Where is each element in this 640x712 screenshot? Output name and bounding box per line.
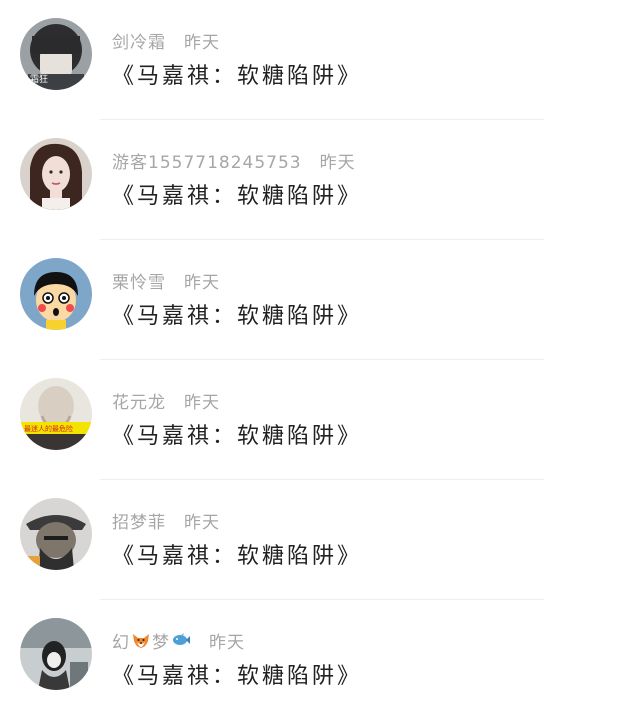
comment-text: 《马嘉祺：软糖陷阱》 xyxy=(112,304,363,329)
comment-text: 《马嘉祺：软糖陷阱》 xyxy=(112,664,363,689)
user-avatar[interactable] xyxy=(20,498,92,570)
comment-item[interactable]: 游客1557718245753 昨天 《马嘉祺：软糖陷阱》 xyxy=(0,120,640,240)
comment-text: 《马嘉祺：软糖陷阱》 xyxy=(112,544,363,569)
comment-meta: 幻 梦 昨天 xyxy=(112,628,245,653)
comment-list: 霜狂 剑冷霜 昨天 《马嘉祺：软糖陷阱》 游客1557718245753 昨天 … xyxy=(0,0,640,712)
comment-item[interactable]: 最迷人的最危险 花元龙 昨天 《马嘉祺：软糖陷阱》 xyxy=(0,360,640,480)
comment-meta: 剑冷霜 昨天 xyxy=(112,28,220,53)
fish-emoji-icon xyxy=(173,633,190,645)
user-avatar[interactable] xyxy=(20,138,92,210)
avatar-label: 最迷人的最危险 xyxy=(24,424,73,433)
timestamp: 昨天 xyxy=(209,632,245,653)
comment-item[interactable]: 霜狂 剑冷霜 昨天 《马嘉祺：软糖陷阱》 xyxy=(0,0,640,120)
username[interactable]: 招梦菲 xyxy=(112,508,166,533)
timestamp: 昨天 xyxy=(184,272,220,293)
fox-emoji-icon xyxy=(133,634,149,648)
comment-meta: 游客1557718245753 昨天 xyxy=(112,148,356,173)
user-avatar[interactable]: 最迷人的最危险 xyxy=(20,378,92,450)
username-part: 梦 xyxy=(152,632,170,653)
username[interactable]: 剑冷霜 xyxy=(112,28,166,53)
user-avatar[interactable]: 霜狂 xyxy=(20,18,92,90)
comment-meta: 栗怜雪 昨天 xyxy=(112,268,220,293)
comment-item[interactable]: 栗怜雪 昨天 《马嘉祺：软糖陷阱》 xyxy=(0,240,640,360)
comment-meta: 招梦菲 昨天 xyxy=(112,508,220,533)
username[interactable]: 栗怜雪 xyxy=(112,268,166,293)
comment-text: 《马嘉祺：软糖陷阱》 xyxy=(112,64,363,89)
comment-item[interactable]: 招梦菲 昨天 《马嘉祺：软糖陷阱》 xyxy=(0,480,640,600)
comment-item[interactable]: 幻 梦 昨天 《马嘉祺：软糖陷阱》 xyxy=(0,600,640,712)
comment-meta: 花元龙 昨天 xyxy=(112,388,220,413)
timestamp: 昨天 xyxy=(319,152,356,173)
timestamp: 昨天 xyxy=(184,512,220,533)
comment-text: 《马嘉祺：软糖陷阱》 xyxy=(112,424,363,449)
username-part: 幻 xyxy=(112,632,130,653)
timestamp: 昨天 xyxy=(184,32,220,53)
avatar-label: 霜狂 xyxy=(30,74,48,85)
comment-text: 《马嘉祺：软糖陷阱》 xyxy=(112,184,363,209)
username[interactable]: 花元龙 xyxy=(112,388,166,413)
user-avatar[interactable] xyxy=(20,618,92,690)
user-avatar[interactable] xyxy=(20,258,92,330)
username[interactable]: 幻 梦 xyxy=(112,628,191,653)
timestamp: 昨天 xyxy=(184,392,220,413)
username[interactable]: 游客1557718245753 xyxy=(112,148,302,173)
